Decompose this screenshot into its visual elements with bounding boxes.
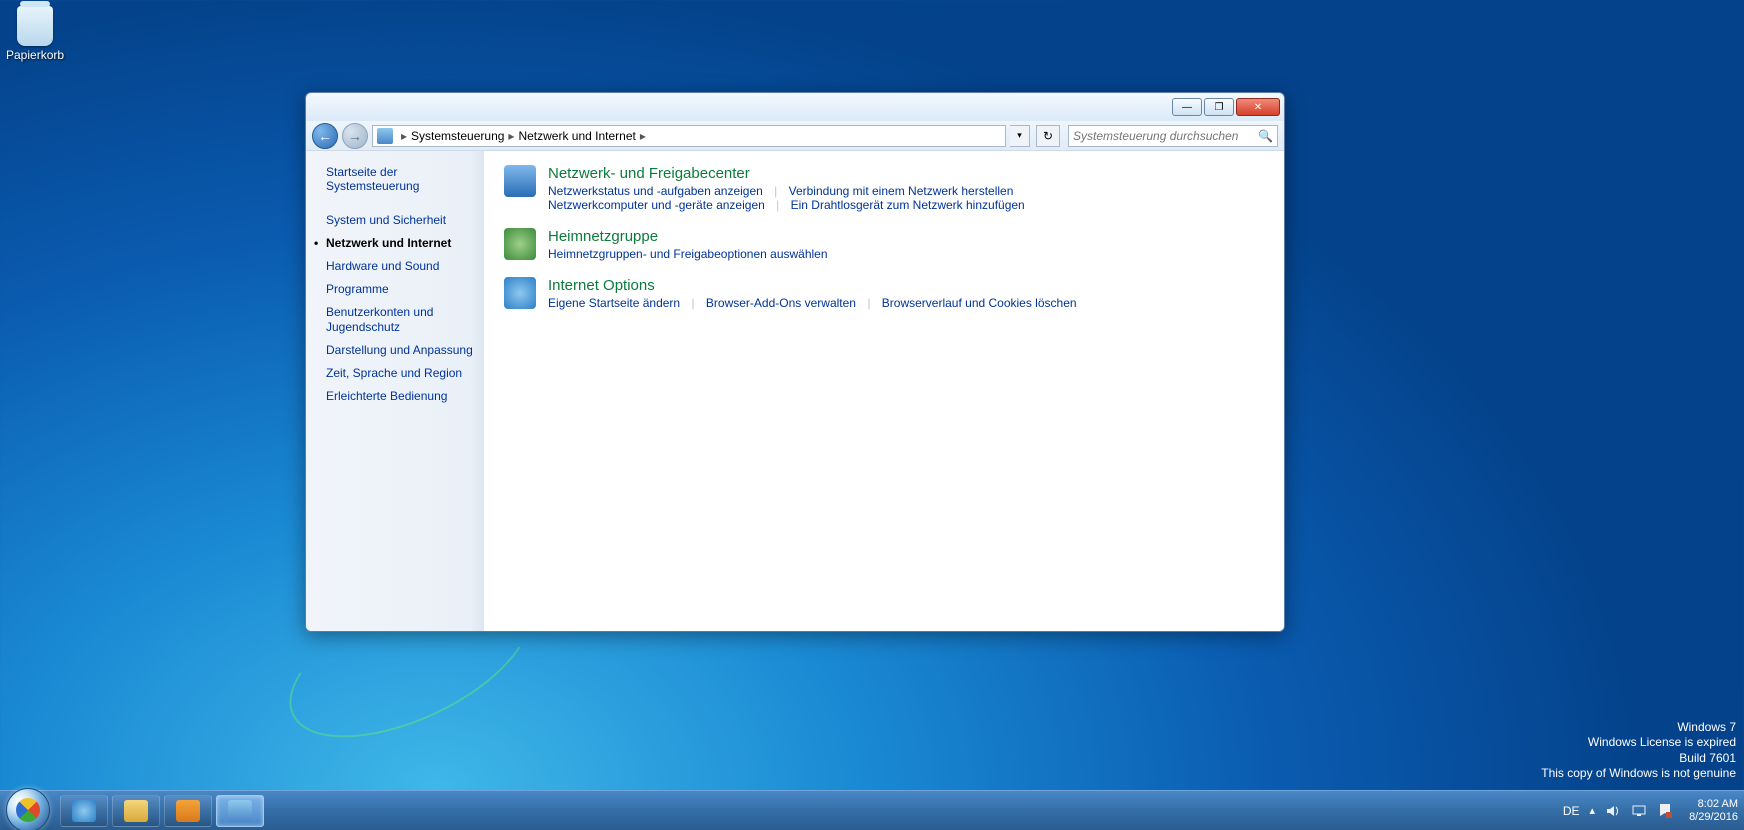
- maximize-icon: ❐: [1215, 102, 1224, 113]
- breadcrumb-separator: ▸: [508, 129, 514, 143]
- taskbar-internet-explorer[interactable]: [60, 795, 108, 827]
- chevron-down-icon: ▾: [1017, 130, 1022, 141]
- internet-options-title[interactable]: Internet Options: [548, 277, 655, 294]
- ie-icon: [72, 800, 96, 822]
- sidebar-item-ease-of-access[interactable]: Erleichterte Bedienung: [326, 385, 474, 408]
- network-tray-icon[interactable]: [1631, 803, 1647, 819]
- section-network-sharing: Netzwerk- und Freigabecenter Netzwerksta…: [504, 165, 1264, 212]
- sidebar-item-appearance[interactable]: Darstellung und Anpassung: [326, 339, 474, 362]
- taskbar: DE ▴ 8:02 AM 8/29/2016: [0, 790, 1744, 830]
- sidebar-item-hardware-sound[interactable]: Hardware und Sound: [326, 255, 474, 278]
- back-button[interactable]: ←: [312, 123, 338, 149]
- homegroup-title[interactable]: Heimnetzgruppe: [548, 228, 658, 245]
- breadcrumb-root[interactable]: Systemsteuerung: [411, 129, 504, 143]
- internet-options-icon[interactable]: [504, 277, 536, 309]
- control-panel-icon: [377, 128, 393, 144]
- clock[interactable]: 8:02 AM 8/29/2016: [1689, 798, 1738, 823]
- taskbar-media-player[interactable]: [164, 795, 212, 827]
- minimize-button[interactable]: —: [1172, 98, 1202, 116]
- taskbar-control-panel[interactable]: [216, 795, 264, 827]
- maximize-button[interactable]: ❐: [1204, 98, 1234, 116]
- link-change-homepage[interactable]: Eigene Startseite ändern: [548, 296, 680, 310]
- clock-time: 8:02 AM: [1689, 798, 1738, 811]
- watermark-line1: Windows 7: [1541, 720, 1736, 736]
- sidebar-item-system-security[interactable]: System und Sicherheit: [326, 209, 474, 232]
- search-box[interactable]: 🔍: [1068, 125, 1278, 147]
- control-panel-home-link[interactable]: Startseite der Systemsteuerung: [326, 165, 474, 193]
- network-sharing-icon[interactable]: [504, 165, 536, 197]
- close-button[interactable]: ✕: [1236, 98, 1280, 116]
- refresh-button[interactable]: ↻: [1036, 125, 1060, 147]
- address-bar[interactable]: ▸ Systemsteuerung ▸ Netzwerk und Interne…: [372, 125, 1006, 147]
- control-panel-tb-icon: [228, 800, 252, 822]
- start-button[interactable]: [6, 788, 50, 830]
- arrow-left-icon: ←: [318, 128, 332, 144]
- titlebar[interactable]: — ❐ ✕: [306, 93, 1284, 121]
- system-tray: DE ▴ 8:02 AM 8/29/2016: [1563, 798, 1738, 823]
- activation-watermark: Windows 7 Windows License is expired Bui…: [1541, 720, 1736, 782]
- sidebar: Startseite der Systemsteuerung System un…: [306, 151, 484, 631]
- address-dropdown[interactable]: ▾: [1010, 125, 1030, 147]
- link-view-network-computers[interactable]: Netzwerkcomputer und -geräte anzeigen: [548, 198, 765, 212]
- navbar: ← → ▸ Systemsteuerung ▸ Netzwerk und Int…: [306, 121, 1284, 151]
- speaker-icon[interactable]: [1605, 803, 1621, 819]
- link-delete-history[interactable]: Browserverlauf und Cookies löschen: [882, 296, 1077, 310]
- section-homegroup: Heimnetzgruppe Heimnetzgruppen- und Frei…: [504, 228, 1264, 261]
- forward-button[interactable]: →: [342, 123, 368, 149]
- sidebar-item-user-accounts[interactable]: Benutzerkonten und Jugendschutz: [326, 301, 474, 339]
- arrow-right-icon: →: [348, 128, 362, 144]
- close-icon: ✕: [1254, 102, 1262, 113]
- action-center-icon[interactable]: [1657, 803, 1673, 819]
- watermark-line3: Build 7601: [1541, 751, 1736, 767]
- sidebar-item-programs[interactable]: Programme: [326, 278, 474, 301]
- watermark-line2: Windows License is expired: [1541, 735, 1736, 751]
- refresh-icon: ↻: [1043, 129, 1053, 143]
- control-panel-window: — ❐ ✕ ← → ▸ Systemsteuerung ▸ Netzwerk u…: [305, 92, 1285, 632]
- show-hidden-icons[interactable]: ▴: [1590, 804, 1596, 817]
- search-icon[interactable]: 🔍: [1258, 129, 1273, 143]
- breadcrumb-separator: ▸: [640, 129, 646, 143]
- recycle-bin-icon: [17, 6, 53, 46]
- recycle-bin-label: Papierkorb: [6, 48, 64, 62]
- sidebar-item-clock-language[interactable]: Zeit, Sprache und Region: [326, 362, 474, 385]
- breadcrumb-current[interactable]: Netzwerk und Internet: [518, 129, 635, 143]
- explorer-icon: [124, 800, 148, 822]
- link-network-status[interactable]: Netzwerkstatus und -aufgaben anzeigen: [548, 184, 763, 198]
- link-manage-addons[interactable]: Browser-Add-Ons verwalten: [706, 296, 856, 310]
- section-internet-options: Internet Options Eigene Startseite änder…: [504, 277, 1264, 310]
- language-indicator[interactable]: DE: [1563, 804, 1580, 818]
- watermark-line4: This copy of Windows is not genuine: [1541, 766, 1736, 782]
- network-sharing-title[interactable]: Netzwerk- und Freigabecenter: [548, 165, 750, 182]
- clock-date: 8/29/2016: [1689, 811, 1738, 824]
- homegroup-icon[interactable]: [504, 228, 536, 260]
- minimize-icon: —: [1182, 102, 1192, 113]
- link-add-wireless-device[interactable]: Ein Drahtlosgerät zum Netzwerk hinzufüge…: [791, 198, 1025, 212]
- search-input[interactable]: [1073, 129, 1258, 143]
- sidebar-item-network-internet[interactable]: Netzwerk und Internet: [326, 232, 474, 255]
- content-pane: Netzwerk- und Freigabecenter Netzwerksta…: [484, 151, 1284, 631]
- link-connect-network[interactable]: Verbindung mit einem Netzwerk herstellen: [789, 184, 1014, 198]
- taskbar-file-explorer[interactable]: [112, 795, 160, 827]
- media-player-icon: [176, 800, 200, 822]
- breadcrumb-separator: ▸: [401, 129, 407, 143]
- link-homegroup-options[interactable]: Heimnetzgruppen- und Freigabeoptionen au…: [548, 247, 828, 261]
- recycle-bin[interactable]: Papierkorb: [6, 6, 64, 62]
